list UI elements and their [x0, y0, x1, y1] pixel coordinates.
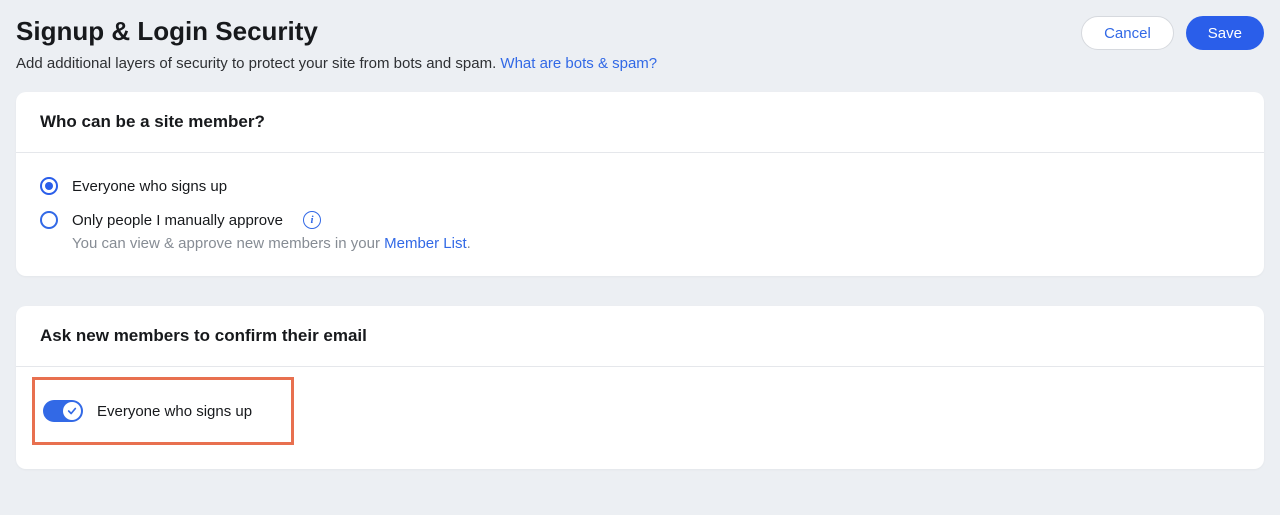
bots-spam-link[interactable]: What are bots & spam? — [500, 55, 657, 72]
radio-option-everyone[interactable]: Everyone who signs up — [40, 177, 1240, 195]
radio-option-manual[interactable]: Only people I manually approve i — [40, 211, 1240, 229]
site-member-card: Who can be a site member? Everyone who s… — [16, 92, 1264, 276]
hint-prefix: You can view & approve new members in yo… — [72, 235, 384, 252]
card-header: Who can be a site member? — [16, 92, 1264, 153]
confirm-email-toggle[interactable] — [43, 400, 83, 422]
cancel-button[interactable]: Cancel — [1081, 16, 1174, 50]
toggle-label: Everyone who signs up — [97, 403, 252, 420]
radio-label: Only people I manually approve — [72, 212, 283, 229]
info-icon[interactable]: i — [303, 211, 321, 229]
save-button[interactable]: Save — [1186, 16, 1264, 50]
highlight-box: Everyone who signs up — [32, 377, 294, 445]
page-subtitle: Add additional layers of security to pro… — [16, 55, 1081, 72]
radio-icon-unselected — [40, 211, 58, 229]
page-header: Signup & Login Security Add additional l… — [16, 16, 1264, 72]
radio-label: Everyone who signs up — [72, 178, 227, 195]
card-body: Everyone who signs up — [16, 367, 1264, 469]
card-title: Who can be a site member? — [40, 112, 1240, 132]
toggle-knob — [63, 402, 81, 420]
card-title: Ask new members to confirm their email — [40, 326, 1240, 346]
card-header: Ask new members to confirm their email — [16, 306, 1264, 367]
header-actions: Cancel Save — [1081, 16, 1264, 50]
card-body: Everyone who signs up Only people I manu… — [16, 153, 1264, 276]
page-subtitle-text: Add additional layers of security to pro… — [16, 55, 500, 72]
hint-suffix: . — [467, 235, 471, 252]
check-icon — [67, 406, 77, 416]
confirm-email-card: Ask new members to confirm their email E… — [16, 306, 1264, 469]
manual-approve-hint: You can view & approve new members in yo… — [72, 235, 1240, 252]
radio-icon-selected — [40, 177, 58, 195]
member-list-link[interactable]: Member List — [384, 235, 467, 252]
page-title: Signup & Login Security — [16, 16, 1081, 47]
